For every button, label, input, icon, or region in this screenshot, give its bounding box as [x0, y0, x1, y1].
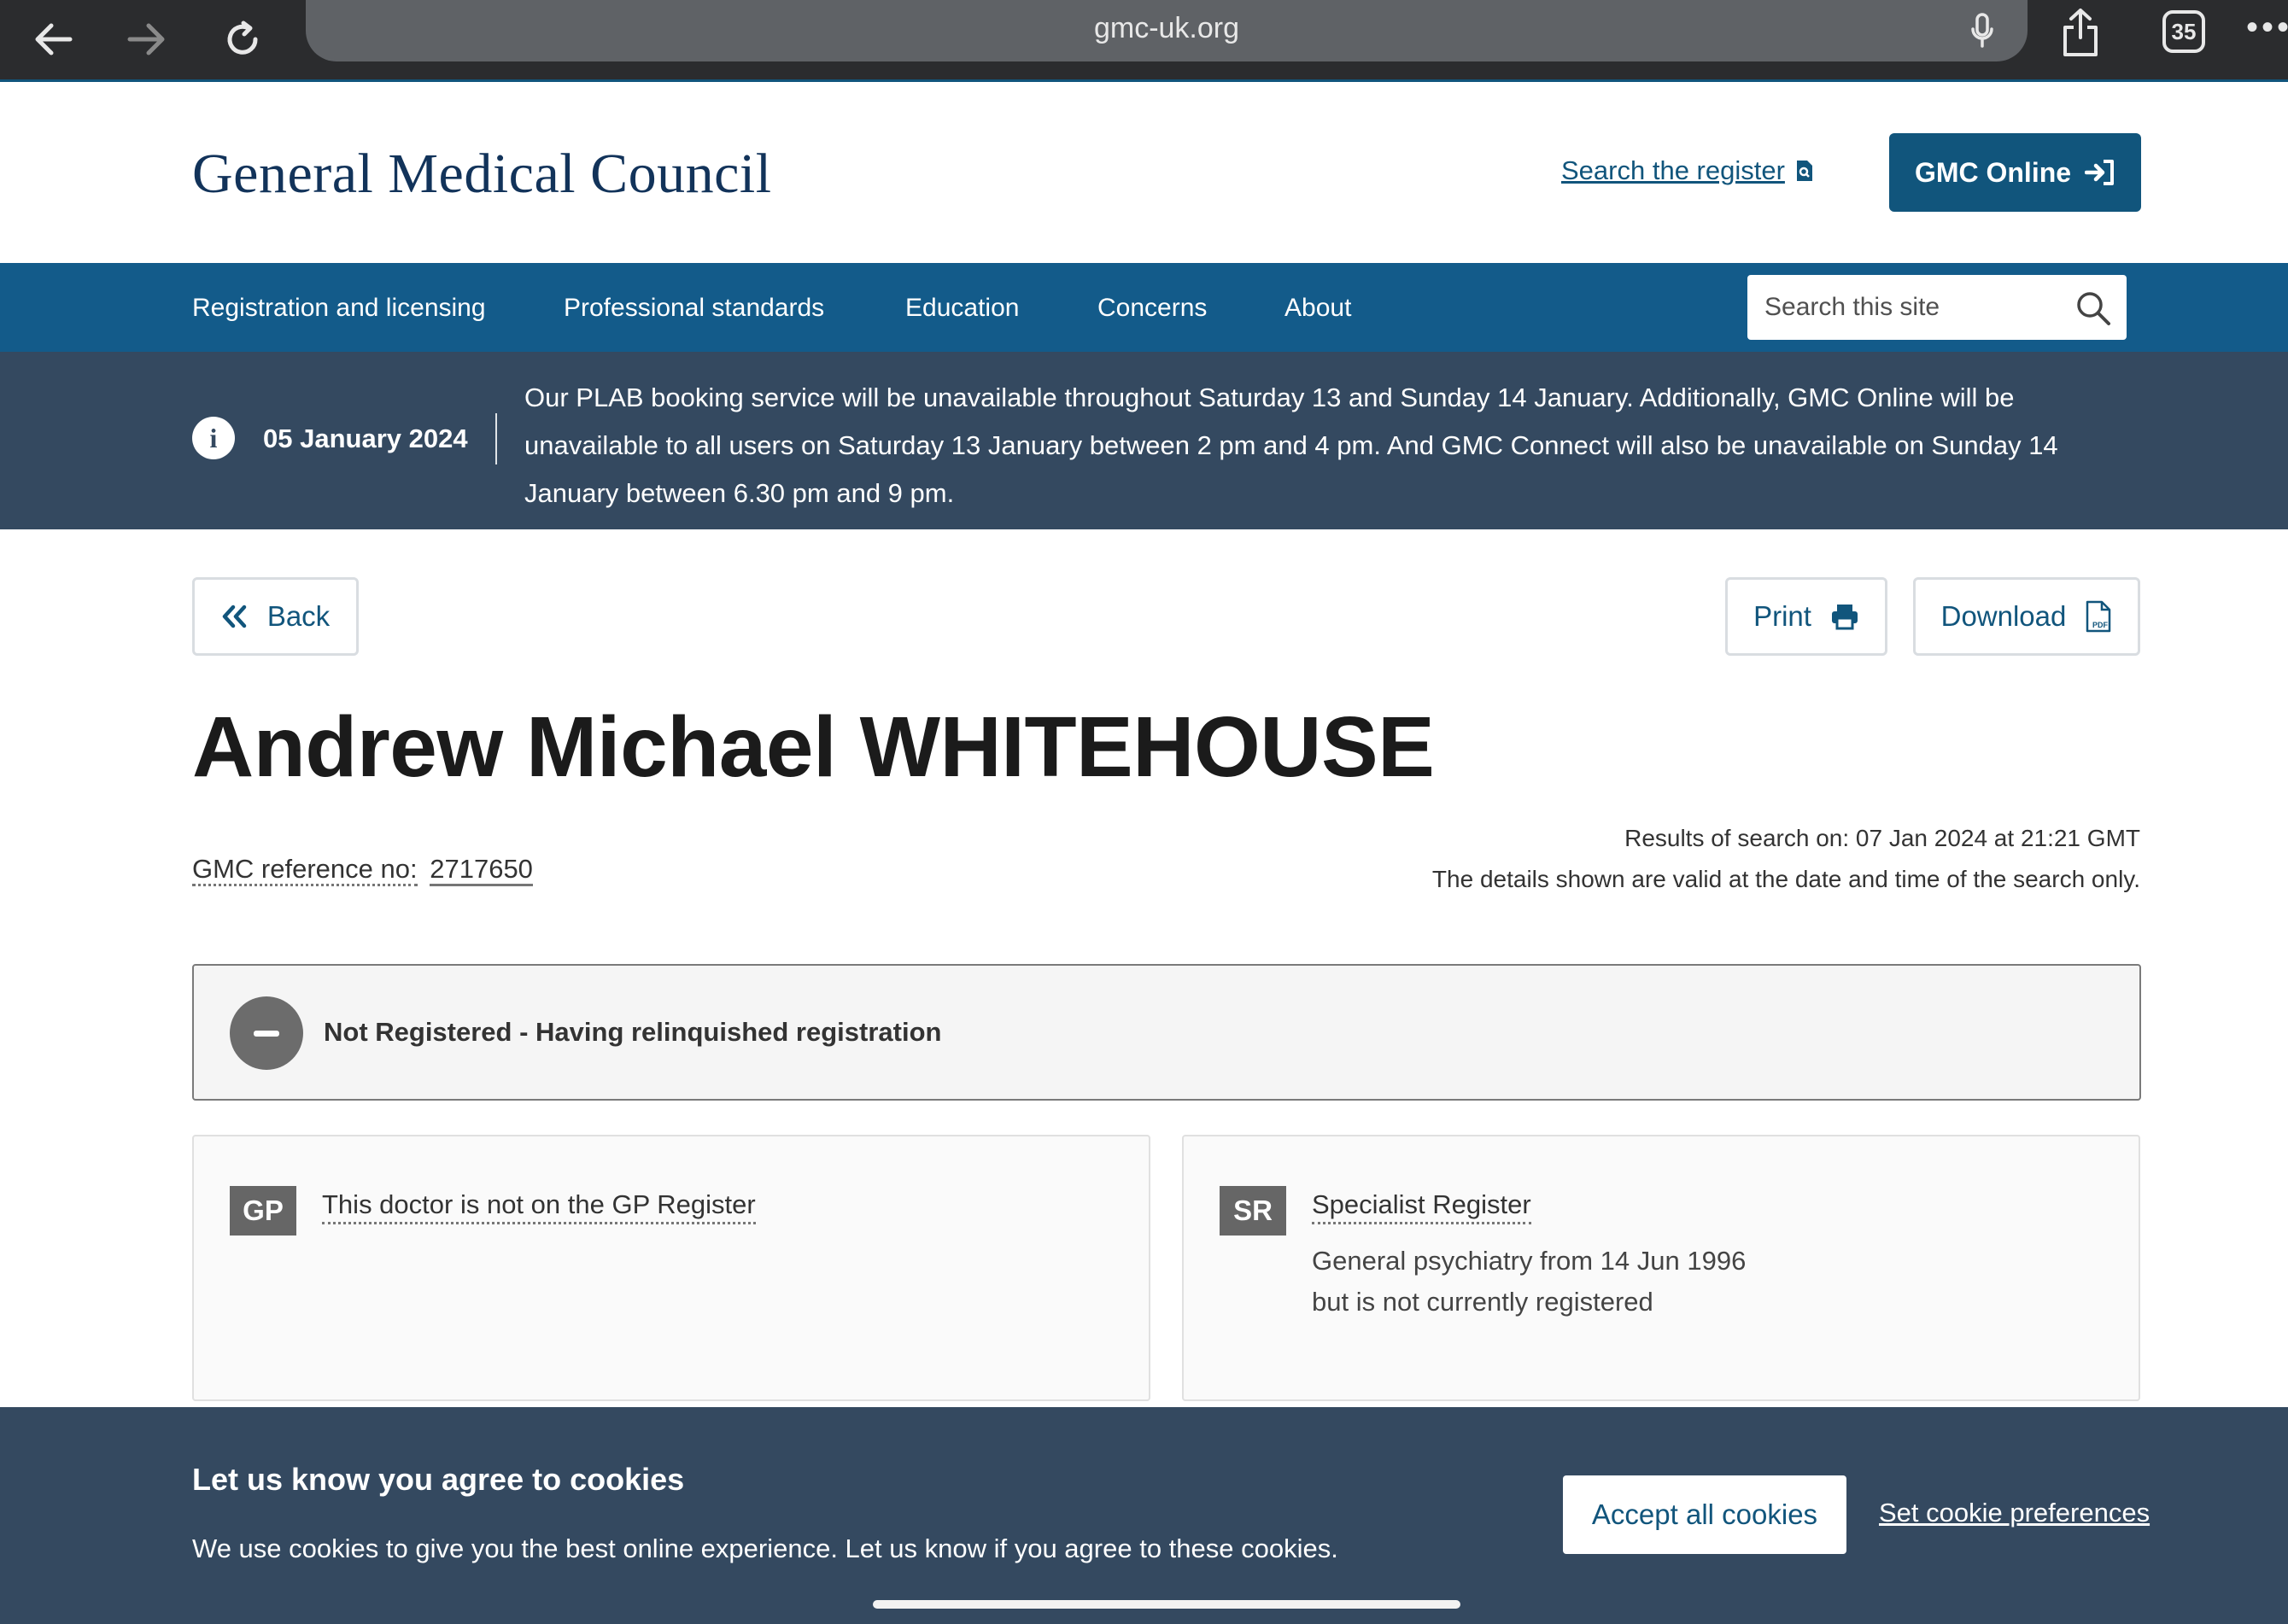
- alert-date: 05 January 2024: [263, 424, 468, 453]
- cookie-title: Let us know you agree to cookies: [192, 1462, 685, 1497]
- search-register-label: Search the register: [1561, 155, 1785, 185]
- share-icon[interactable]: [2060, 7, 2101, 62]
- download-label: Download: [1940, 600, 2067, 632]
- gmc-reference-number[interactable]: 2717650: [430, 854, 533, 886]
- nav-professional-standards[interactable]: Professional standards: [564, 294, 824, 323]
- gmc-reference: GMC reference no: 2717650: [192, 854, 533, 886]
- gmc-logo[interactable]: General Medical Council: [192, 142, 772, 207]
- alert-message: Our PLAB booking service will be unavail…: [524, 383, 2058, 508]
- search-timestamp: Results of search on: 07 Jan 2024 at 21:…: [1624, 825, 2140, 851]
- browser-toolbar: gmc-uk.org 35 •••: [0, 0, 2288, 82]
- search-metadata: Results of search on: 07 Jan 2024 at 21:…: [1432, 818, 2140, 900]
- nav-concerns[interactable]: Concerns: [1097, 294, 1207, 323]
- printer-icon: [1831, 605, 1858, 630]
- home-indicator[interactable]: [873, 1600, 1460, 1609]
- url-text: gmc-uk.org: [1093, 12, 1240, 44]
- specialist-register-details: General psychiatry from 14 Jun 1996 but …: [1312, 1241, 1746, 1323]
- specialty-line: General psychiatry from 14 Jun 1996: [1312, 1246, 1747, 1276]
- sign-in-icon: [2085, 160, 2115, 185]
- forward-arrow-icon[interactable]: [116, 9, 178, 70]
- cookie-preferences-link[interactable]: Set cookie preferences: [1879, 1498, 2150, 1528]
- minus-circle-icon: [230, 996, 303, 1070]
- site-search-input[interactable]: [1764, 275, 2072, 340]
- back-arrow-icon[interactable]: [22, 9, 84, 70]
- back-button[interactable]: Back: [192, 577, 359, 656]
- search-register-link[interactable]: Search the register: [1561, 155, 1814, 186]
- site-search-box: [1747, 275, 2127, 340]
- specialist-register-title[interactable]: Specialist Register: [1312, 1189, 1531, 1224]
- gmc-online-button[interactable]: GMC Online: [1889, 133, 2141, 212]
- double-chevron-left-icon: [222, 605, 247, 628]
- gp-register-status[interactable]: This doctor is not on the GP Register: [322, 1189, 756, 1224]
- gmc-reference-label[interactable]: GMC reference no:: [192, 854, 418, 886]
- search-icon[interactable]: [2075, 290, 2111, 330]
- specialist-register-card: SR Specialist Register General psychiatr…: [1182, 1135, 2140, 1401]
- registration-status-text: Not Registered - Having relinquished reg…: [324, 1017, 942, 1047]
- download-button[interactable]: Download PDF: [1913, 577, 2140, 656]
- main-navigation: Registration and licensing Professional …: [0, 263, 2288, 352]
- nav-education[interactable]: Education: [905, 294, 1019, 323]
- validity-note: The details shown are valid at the date …: [1431, 866, 2140, 892]
- cookie-banner: Let us know you agree to cookies We use …: [0, 1407, 2288, 1624]
- cookie-message: We use cookies to give you the best onli…: [192, 1533, 1338, 1563]
- gp-register-card: GP This doctor is not on the GP Register: [192, 1135, 1150, 1401]
- accept-cookies-button[interactable]: Accept all cookies: [1563, 1475, 1846, 1554]
- service-alert-banner: i 05 January 2024 Our PLAB booking servi…: [0, 352, 2288, 529]
- more-menu-icon[interactable]: •••: [2246, 9, 2288, 47]
- nav-registration-licensing[interactable]: Registration and licensing: [192, 294, 486, 323]
- print-button[interactable]: Print: [1725, 577, 1887, 656]
- nav-about[interactable]: About: [1284, 294, 1351, 323]
- specialty-status-line: but is not currently registered: [1312, 1287, 1653, 1317]
- document-search-icon: [1796, 161, 1812, 181]
- info-icon: i: [192, 417, 235, 459]
- back-label: Back: [266, 600, 331, 632]
- microphone-icon[interactable]: [1969, 12, 1995, 54]
- print-label: Print: [1753, 600, 1811, 632]
- sr-badge: SR: [1220, 1186, 1286, 1236]
- gp-badge: GP: [230, 1186, 296, 1236]
- gmc-online-label: GMC Online: [1914, 156, 2072, 188]
- site-header: General Medical Council Search the regis…: [0, 82, 2288, 263]
- svg-text:PDF: PDF: [2092, 621, 2109, 629]
- pdf-file-icon: PDF: [2086, 600, 2111, 633]
- alert-divider: [495, 413, 497, 464]
- doctor-name-heading: Andrew Michael WHITEHOUSE: [192, 699, 1435, 795]
- reload-icon[interactable]: [212, 9, 273, 70]
- tab-count-button[interactable]: 35: [2162, 10, 2205, 53]
- registration-status-box: Not Registered - Having relinquished reg…: [192, 964, 2141, 1101]
- address-bar[interactable]: gmc-uk.org: [306, 0, 2028, 61]
